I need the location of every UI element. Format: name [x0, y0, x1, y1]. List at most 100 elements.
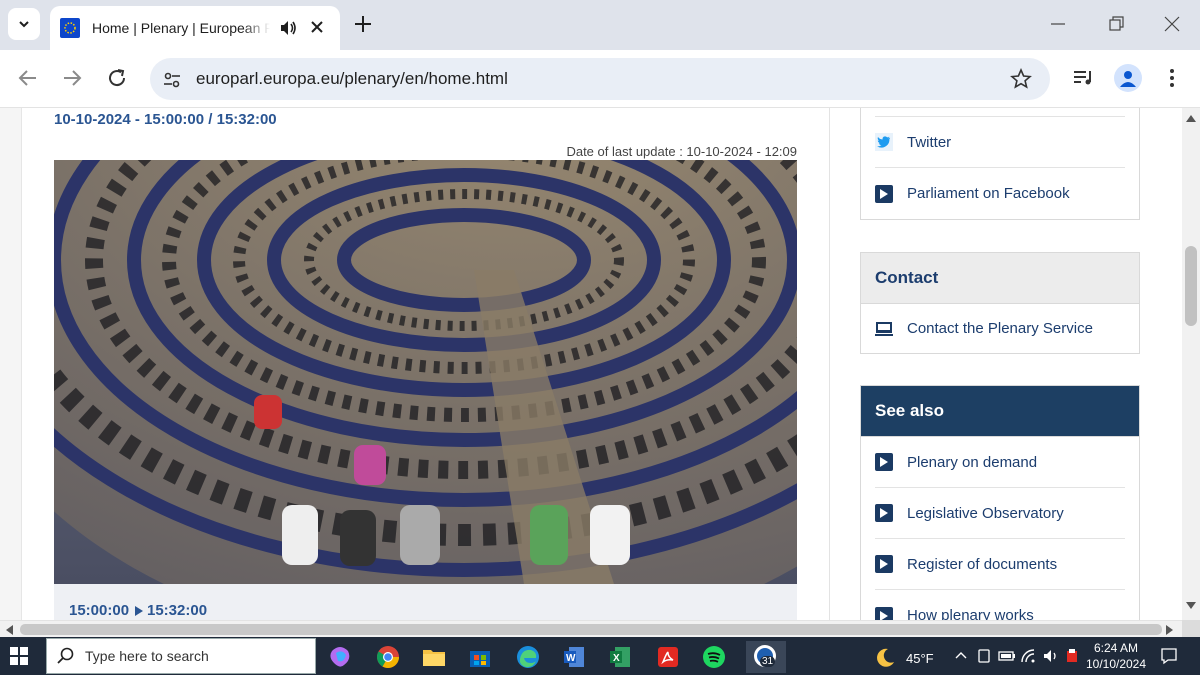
main-content: 10-10-2024 - 15:00:00 / 15:32:00 Date of…	[22, 108, 830, 620]
play-icon	[875, 555, 893, 573]
device-icon[interactable]	[976, 648, 992, 664]
horizontal-scroll-thumb[interactable]	[20, 624, 1162, 635]
restore-icon[interactable]	[1106, 14, 1126, 34]
close-window-icon[interactable]	[1162, 14, 1182, 34]
volume-icon[interactable]	[1042, 648, 1060, 664]
link-register-of-documents[interactable]: Register of documents	[875, 539, 1125, 590]
speaker-icon[interactable]	[278, 18, 298, 38]
video-end-time: 15:32:00	[147, 602, 208, 619]
horizontal-scrollbar[interactable]	[0, 620, 1182, 637]
security-alert-icon[interactable]	[1064, 648, 1080, 664]
computer-icon	[875, 320, 893, 338]
chrome-icon	[377, 646, 399, 668]
system-clock[interactable]: 6:24 AM 10/10/2024	[1082, 640, 1150, 672]
forward-arrow-icon[interactable]	[61, 67, 83, 89]
close-tab-icon[interactable]	[308, 18, 326, 36]
calendar-app[interactable]: 31	[746, 641, 786, 673]
link-label: Register of documents	[907, 555, 1058, 573]
microsoft-store-app[interactable]	[460, 641, 500, 673]
back-arrow-icon[interactable]	[17, 67, 39, 89]
twitter-icon	[875, 133, 893, 151]
link-legislative-observatory[interactable]: Legislative Observatory	[875, 488, 1125, 539]
scroll-right-icon[interactable]	[1166, 625, 1174, 635]
excel-icon: X	[610, 647, 630, 667]
wifi-icon[interactable]	[1020, 648, 1038, 664]
minimize-icon[interactable]	[1048, 14, 1068, 34]
store-icon	[470, 651, 490, 667]
link-plenary-on-demand[interactable]: Plenary on demand	[875, 437, 1125, 488]
link-contact-plenary-service[interactable]: Contact the Plenary Service	[875, 304, 1125, 353]
scroll-left-icon[interactable]	[5, 625, 13, 635]
menu-kebab-icon[interactable]	[1163, 67, 1181, 89]
scroll-down-icon[interactable]	[1186, 602, 1196, 610]
chrome-app[interactable]	[368, 641, 408, 673]
copilot-icon	[330, 647, 350, 667]
plenary-chamber-image	[54, 160, 797, 584]
profile-avatar[interactable]	[1114, 64, 1142, 92]
play-icon	[875, 606, 893, 620]
link-how-plenary-works[interactable]: How plenary works	[875, 590, 1125, 620]
tab-search-button[interactable]	[8, 8, 40, 40]
battery-icon[interactable]	[998, 648, 1016, 664]
tab-title: Home | Plenary | European Parliament	[92, 20, 270, 36]
windows-start-icon[interactable]	[10, 647, 28, 665]
notifications-icon[interactable]	[1160, 647, 1178, 665]
spotify-app[interactable]	[694, 641, 734, 673]
clock-date: 10/10/2024	[1085, 657, 1147, 671]
new-tab-icon[interactable]	[352, 13, 374, 35]
see-also-box: See also Plenary on demand Legislative O…	[860, 385, 1140, 620]
chevron-up-icon[interactable]	[954, 648, 968, 662]
acrobat-app[interactable]	[648, 641, 688, 673]
link-label: Legislative Observatory	[907, 504, 1064, 522]
scroll-up-icon[interactable]	[1186, 114, 1196, 122]
excel-app[interactable]: X	[600, 641, 640, 673]
word-app[interactable]: W	[554, 641, 594, 673]
link-facebook[interactable]: Parliament on Facebook	[875, 168, 1125, 219]
site-info-icon[interactable]	[162, 70, 182, 90]
last-update-text: Date of last update : 10-10-2024 - 12:09	[566, 144, 797, 159]
social-box: Twitter Parliament on Facebook	[860, 108, 1140, 220]
svg-text:W: W	[566, 653, 576, 664]
edge-icon	[517, 646, 539, 668]
url-text[interactable]: europarl.europa.eu/plenary/en/home.html	[196, 69, 508, 89]
address-bar[interactable]: europarl.europa.eu/plenary/en/home.html	[150, 58, 1050, 100]
search-icon	[57, 647, 74, 664]
link-twitter[interactable]: Twitter	[875, 117, 1125, 168]
page-viewport: 10-10-2024 - 15:00:00 / 15:32:00 Date of…	[0, 108, 1182, 620]
active-tab[interactable]: Home | Plenary | European Parliament	[50, 6, 340, 50]
play-triangle-icon[interactable]	[135, 606, 143, 616]
word-icon: W	[564, 647, 584, 667]
weather-widget[interactable]: 45°F	[874, 647, 934, 669]
scrollbar-corner	[1182, 620, 1200, 637]
bookmark-star-icon[interactable]	[1010, 68, 1032, 90]
sidebar: Twitter Parliament on Facebook Contact C…	[830, 108, 1182, 620]
eu-flag-favicon-icon	[60, 18, 80, 38]
reload-icon[interactable]	[106, 67, 128, 89]
file-explorer-app[interactable]	[414, 641, 454, 673]
copilot-app[interactable]	[320, 641, 360, 673]
plenary-video-player[interactable]	[54, 160, 797, 584]
calendar-badge-count: 31	[760, 656, 776, 667]
vertical-scroll-thumb[interactable]	[1185, 246, 1197, 326]
contact-heading: Contact	[861, 253, 1139, 304]
edge-app[interactable]	[508, 641, 548, 673]
spotify-icon	[703, 646, 725, 668]
media-controls-icon[interactable]	[1072, 67, 1096, 89]
play-icon	[875, 184, 893, 203]
folder-icon	[423, 650, 445, 666]
taskbar-search-box[interactable]: Type here to search	[46, 638, 316, 674]
session-datetime-heading: 10-10-2024 - 15:00:00 / 15:32:00	[54, 111, 277, 128]
play-icon	[875, 453, 893, 471]
moon-icon	[877, 648, 894, 667]
play-icon	[875, 504, 893, 522]
browser-toolbar: europarl.europa.eu/plenary/en/home.html	[0, 50, 1200, 108]
left-gutter	[0, 108, 22, 620]
link-contact-label: Contact the Plenary Service	[907, 320, 1093, 337]
vertical-scrollbar[interactable]	[1182, 108, 1200, 620]
link-label: Plenary on demand	[907, 453, 1038, 471]
video-start-time: 15:00:00	[69, 602, 130, 619]
contact-box: Contact Contact the Plenary Service	[860, 252, 1140, 354]
svg-text:X: X	[613, 653, 620, 664]
video-timeline-bar[interactable]: 15:00:00 15:32:00	[54, 584, 797, 620]
link-facebook-label: Parliament on Facebook	[907, 185, 1070, 202]
